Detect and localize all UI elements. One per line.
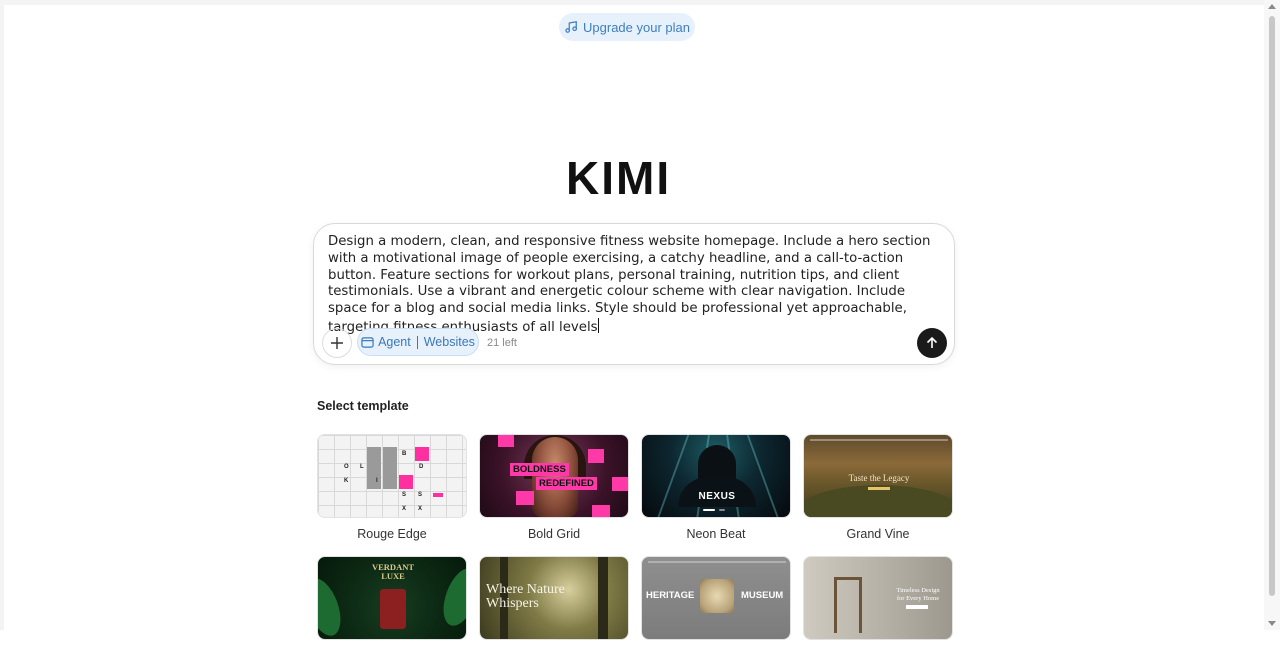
template-card-rouge-edge[interactable]: B O L D K I S S X X Rouge Edge [317,434,467,541]
thumbnail-accent [498,435,514,447]
thumbnail-headline: HERITAGE [646,590,695,601]
template-label: Neon Beat [686,527,746,541]
thumbnail-letter: K [344,478,349,484]
thumbnail-letter: I [376,478,378,484]
thumbnail-product [380,589,406,629]
template-card-neon-beat[interactable]: NEXUS Neon Beat [641,434,791,541]
carousel-dot-active [703,509,715,511]
template-grid: B O L D K I S S X X Rouge Edge BOLDNESS … [317,434,957,640]
music-notes-icon [565,21,578,33]
vertical-scrollbar[interactable] [1264,0,1280,630]
thumbnail-cta [906,605,928,609]
scroll-thumb[interactable] [1269,16,1275,596]
prompt-input-text: Design a modern, clean, and responsive f… [328,234,931,335]
thumbnail-accent [612,477,628,491]
thumbnail-letter: L [360,464,364,470]
template-thumbnail: Timeless Design for Every Home [803,556,953,640]
text-caret [597,317,599,333]
thumbnail-letter: B [402,451,407,457]
thumbnail-image [383,447,397,489]
remaining-count: 21 left [487,337,517,349]
template-thumbnail: VERDANT LUXE [317,556,467,640]
chip-divider [416,335,418,349]
prompt-input[interactable]: Design a modern, clean, and responsive f… [328,234,942,337]
thumbnail-headline: VERDANT LUXE [371,562,415,581]
template-thumbnail: BOLDNESS REDEFINED [479,434,629,518]
carousel-dot [719,509,725,511]
thumbnail-letter: X [402,506,407,512]
thumbnail-letter: O [344,464,349,470]
template-card-where-nature-whispers[interactable]: Where Nature Whispers [479,556,629,649]
template-thumbnail: B O L D K I S S X X [317,434,467,518]
kimi-logo: KIMI [566,152,672,204]
template-thumbnail: Taste the Legacy [803,434,953,518]
thumbnail-artifact [700,579,734,613]
arrow-up-icon [926,336,938,348]
thumbnail-headline: BOLDNESS [510,463,569,476]
thumbnail-tree [598,557,608,639]
template-card-bold-grid[interactable]: BOLDNESS REDEFINED Bold Grid [479,434,629,541]
thumbnail-headline: REDEFINED [536,477,597,490]
thumbnail-headline: Taste the Legacy [848,473,910,483]
thumbnail-letter: S [402,492,407,498]
thumbnail-chair [834,577,862,633]
agent-websites-mode-chip[interactable]: Agent Websites [357,328,479,356]
thumbnail-accent [588,449,604,463]
window-top-edge [0,0,1264,5]
thumbnail-leaf [318,573,348,639]
thumbnail-image [367,447,381,489]
upgrade-plan-label: Upgrade your plan [583,19,690,35]
browser-window-icon [361,336,374,348]
thumbnail-letter: X [418,506,423,512]
template-label: Grand Vine [846,527,910,541]
thumbnail-cta [868,487,890,490]
thumbnail-accent [399,475,413,489]
prompt-composer[interactable]: Design a modern, clean, and responsive f… [313,223,955,365]
thumbnail-accent [592,505,610,517]
websites-mode-label: Websites [423,335,475,349]
scroll-down-arrow-icon[interactable] [1268,621,1276,626]
upgrade-plan-button[interactable]: Upgrade your plan [559,13,695,41]
scroll-up-arrow-icon[interactable] [1268,4,1276,9]
thumbnail-navbar [810,439,948,441]
send-button[interactable] [917,328,947,358]
thumbnail-accent [516,491,534,505]
template-card-verdant-luxe[interactable]: VERDANT LUXE [317,556,467,649]
template-thumbnail: HERITAGE MUSEUM [641,556,791,640]
template-card-timeless-design[interactable]: Timeless Design for Every Home [803,556,953,649]
template-label: Rouge Edge [357,527,427,541]
thumbnail-accent [433,493,443,497]
window-left-edge [0,0,4,630]
template-card-heritage-museum[interactable]: HERITAGE MUSEUM [641,556,791,649]
select-template-heading: Select template [317,399,409,413]
template-thumbnail: NEXUS [641,434,791,518]
template-label: Bold Grid [527,527,581,541]
thumbnail-letter: S [418,492,423,498]
agent-mode-label: Agent [378,335,411,349]
thumbnail-headline: MUSEUM [741,590,784,601]
thumbnail-headline: NEXUS [698,491,736,502]
add-attachment-button[interactable] [322,328,352,358]
thumbnail-headline: Where Nature Whispers [486,582,565,611]
thumbnail-accent [415,447,429,461]
plus-icon [331,337,343,349]
thumbnail-navbar [648,561,786,563]
thumbnail-headline: Timeless Design for Every Home [896,587,940,602]
thumbnail-letter: D [419,464,424,470]
template-card-grand-vine[interactable]: Taste the Legacy Grand Vine [803,434,953,541]
template-thumbnail: Where Nature Whispers [479,556,629,640]
